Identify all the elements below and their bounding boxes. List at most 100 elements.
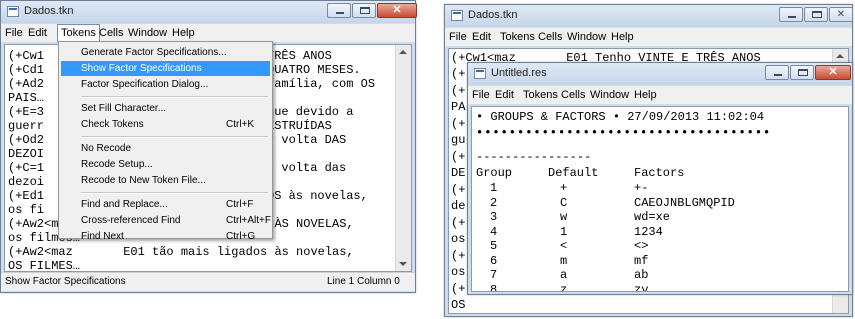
window-title: Untitled.res bbox=[491, 67, 547, 79]
menu-tokens[interactable]: Tokens bbox=[523, 89, 558, 101]
factors-cell: zy bbox=[634, 282, 649, 292]
editor-line-stub: gu bbox=[451, 133, 466, 147]
editor-line-stub: (+ bbox=[451, 248, 466, 263]
menu-item-cross-referenced-find[interactable]: Cross-referenced Find Ctrl+Alt+F bbox=[61, 213, 271, 228]
app-icon bbox=[474, 68, 486, 79]
menu-item-label: Factor Specification Dialog... bbox=[81, 79, 209, 90]
editor-line-stub: (+ bbox=[451, 149, 466, 164]
maximize-icon bbox=[798, 69, 808, 76]
app-icon bbox=[451, 10, 463, 21]
status-message: Show Factor Specifications bbox=[5, 276, 126, 287]
menu-file[interactable]: File bbox=[5, 27, 23, 39]
menu-item-shortcut: Ctrl+K bbox=[226, 119, 255, 130]
editor-line-stub: OS bbox=[451, 298, 466, 312]
window-controls: ✕ bbox=[764, 65, 851, 80]
editor-line-stub: DE bbox=[451, 166, 466, 180]
menu-item-factor-specification-dialog[interactable]: Factor Specification Dialog... bbox=[61, 77, 270, 92]
menu-separator bbox=[81, 136, 268, 138]
menu-item-label: Set Fill Character... bbox=[81, 103, 167, 114]
editor-line-fragment: r volta das bbox=[267, 161, 347, 175]
menu-edit[interactable]: Edit bbox=[28, 27, 47, 39]
editor-line-stub: os bbox=[451, 265, 466, 279]
default-cell: z bbox=[560, 282, 568, 292]
menu-window[interactable]: Window bbox=[590, 89, 629, 101]
menu-item-label: Show Factor Specifications bbox=[81, 63, 202, 74]
untitled-res-window: Untitled.res ✕ File Edit Tokens Cells Wi… bbox=[467, 62, 853, 295]
menu-file[interactable]: File bbox=[472, 89, 490, 101]
menu-item-show-factor-specifications[interactable]: Show Factor Specifications bbox=[61, 61, 270, 76]
minimize-button[interactable] bbox=[327, 3, 351, 18]
maximize-button[interactable] bbox=[804, 7, 828, 22]
menu-item-shortcut: Ctrl+F bbox=[226, 199, 254, 210]
scroll-up-icon[interactable] bbox=[399, 50, 407, 54]
window-title: Dados.tkn bbox=[24, 5, 74, 17]
minimize-icon bbox=[774, 74, 782, 76]
menubar: File Edit Tokens Cells Window Help bbox=[1, 24, 415, 42]
menu-item-generate-factor-specifications[interactable]: Generate Factor Specifications... bbox=[61, 45, 270, 60]
menu-help[interactable]: Help bbox=[172, 27, 195, 39]
menu-item-shortcut: Ctrl+G bbox=[226, 231, 256, 242]
menubar: File Edit Tokens Cells Window Help bbox=[468, 86, 852, 104]
maximize-button[interactable] bbox=[790, 65, 814, 80]
titlebar[interactable]: Untitled.res ✕ bbox=[468, 63, 852, 85]
dotted-rule: •••••••••••••••••••••••••••••••••••• bbox=[476, 126, 772, 140]
col-header-factors: Factors bbox=[634, 166, 685, 180]
menu-item-check-tokens[interactable]: Check Tokens Ctrl+K bbox=[61, 117, 270, 132]
dash-rule: ---------------- bbox=[476, 150, 592, 164]
app-icon bbox=[7, 6, 19, 17]
close-button[interactable]: ✕ bbox=[815, 65, 851, 80]
editor-line-stub: PA bbox=[451, 100, 466, 114]
menu-item-find-next[interactable]: Find Next Ctrl+G bbox=[61, 229, 270, 244]
menu-item-label: Cross-referenced Find bbox=[81, 215, 181, 226]
minimize-button[interactable] bbox=[765, 65, 789, 80]
close-button[interactable]: ✕ bbox=[829, 7, 853, 22]
status-position: Line 1 Column 0 bbox=[327, 276, 400, 287]
window-controls: ✕ bbox=[326, 3, 417, 18]
menu-item-label: Find and Replace... bbox=[81, 199, 168, 210]
menubar: File Edit Tokens Cells Window Help bbox=[445, 28, 852, 46]
menu-item-recode-setup[interactable]: Recode Setup... bbox=[61, 157, 270, 172]
editor-line-stub: (+ bbox=[451, 83, 466, 98]
menu-item-set-fill-character[interactable]: Set Fill Character... bbox=[61, 101, 270, 116]
menu-cells[interactable]: Cells bbox=[538, 31, 562, 43]
maximize-icon bbox=[812, 11, 822, 18]
window-controls: ✕ bbox=[778, 7, 853, 22]
menu-item-recode-to-new-token-file[interactable]: Recode to New Token File... bbox=[61, 173, 270, 188]
menu-item-label: Check Tokens bbox=[81, 119, 144, 130]
menu-tokens[interactable]: Tokens bbox=[500, 31, 535, 43]
editor-line-stub: os bbox=[451, 232, 466, 246]
menu-tokens[interactable]: Tokens bbox=[57, 24, 100, 42]
editor-line-stub: (+ bbox=[451, 116, 466, 131]
menu-item-label: No Recode bbox=[81, 143, 132, 154]
titlebar[interactable]: Dados.tkn ✕ bbox=[445, 5, 853, 27]
editor-line-stub: (+ bbox=[451, 215, 466, 230]
editor-line-stub: (+ bbox=[451, 67, 466, 81]
col-header-default: Default bbox=[548, 166, 599, 180]
menu-item-no-recode[interactable]: No Recode bbox=[61, 141, 270, 156]
menu-item-find-and-replace[interactable]: Find and Replace... Ctrl+F bbox=[61, 197, 270, 212]
minimize-button[interactable] bbox=[779, 7, 803, 22]
minimize-icon bbox=[336, 12, 344, 14]
menu-help[interactable]: Help bbox=[634, 89, 657, 101]
menu-edit[interactable]: Edit bbox=[495, 89, 514, 101]
results-view[interactable]: • GROUPS & FACTORS • 27/09/2013 11:02:04… bbox=[471, 106, 849, 292]
col-header-group: Group bbox=[476, 166, 513, 180]
menu-window[interactable]: Window bbox=[567, 31, 606, 43]
menu-file[interactable]: File bbox=[449, 31, 467, 43]
menu-window[interactable]: Window bbox=[128, 27, 167, 39]
editor-line-stub: de bbox=[451, 199, 466, 213]
close-button[interactable]: ✕ bbox=[377, 3, 417, 18]
menu-item-label: Generate Factor Specifications... bbox=[81, 47, 227, 58]
menu-edit[interactable]: Edit bbox=[472, 31, 491, 43]
vertical-scrollbar[interactable] bbox=[395, 45, 411, 271]
editor-line-stub: (+ bbox=[451, 182, 466, 197]
menu-cells[interactable]: Cells bbox=[561, 89, 585, 101]
scroll-up-icon[interactable] bbox=[836, 54, 844, 58]
maximize-icon bbox=[360, 7, 370, 14]
maximize-button[interactable] bbox=[352, 3, 376, 18]
titlebar[interactable]: Dados.tkn ✕ bbox=[1, 1, 417, 23]
menu-cells[interactable]: Cells bbox=[99, 27, 123, 39]
scroll-down-icon[interactable] bbox=[399, 262, 407, 266]
menu-item-label: Recode to New Token File... bbox=[81, 175, 206, 186]
menu-help[interactable]: Help bbox=[611, 31, 634, 43]
